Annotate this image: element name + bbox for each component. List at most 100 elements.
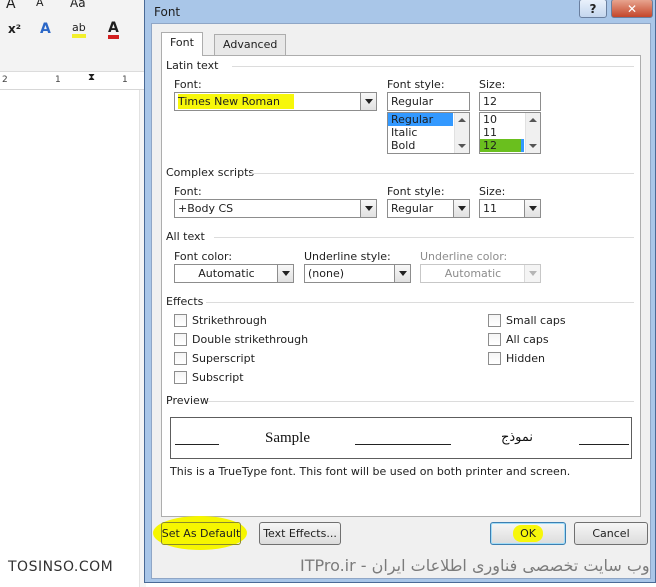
- latin-style-list[interactable]: Regular Italic Bold: [387, 112, 470, 154]
- tab-font-label: Font: [170, 36, 194, 49]
- divider: [208, 401, 634, 402]
- preview-sample-arabic: نموذج: [501, 430, 534, 445]
- scroll-down-icon[interactable]: [529, 144, 537, 148]
- font-info-note: This is a TrueType font. This font will …: [170, 465, 571, 478]
- word-ribbon: A A Aa x² A ab A: [0, 0, 146, 60]
- tab-advanced-label: Advanced: [223, 38, 278, 51]
- chevron-down-icon[interactable]: [360, 93, 376, 110]
- scroll-up-icon[interactable]: [458, 118, 466, 122]
- latin-font-combo[interactable]: Times New Roman: [174, 92, 377, 111]
- set-as-default-button[interactable]: Set As Default: [161, 522, 241, 545]
- shrink-font-button[interactable]: A: [36, 0, 44, 9]
- scroll-down-icon[interactable]: [458, 144, 466, 148]
- latin-text-heading: Latin text: [166, 59, 219, 72]
- text-effects-ribbon-button[interactable]: A: [40, 21, 51, 37]
- dialog-titlebar[interactable]: Font ? ✕: [145, 0, 656, 23]
- effects-heading: Effects: [166, 295, 204, 308]
- latin-size-input[interactable]: 12: [479, 92, 541, 111]
- font-color-button[interactable]: A: [108, 21, 119, 39]
- font-color-value: Automatic: [198, 267, 255, 280]
- hidden-checkbox[interactable]: [488, 352, 501, 365]
- subscript-label: Subscript: [192, 371, 244, 384]
- dialog-client: Font Advanced Latin text Font: Times New…: [151, 23, 651, 579]
- cancel-button[interactable]: Cancel: [574, 522, 648, 545]
- all-caps-checkbox[interactable]: [488, 333, 501, 346]
- ok-button[interactable]: OK: [490, 522, 566, 545]
- all-text-heading: All text: [166, 230, 205, 243]
- divider: [206, 302, 634, 303]
- chevron-down-icon[interactable]: [360, 200, 376, 217]
- complex-style-label: Font style:: [387, 185, 445, 198]
- horizontal-ruler: 2 1 1 ⧗: [0, 72, 146, 90]
- chevron-down-icon[interactable]: [524, 200, 540, 217]
- underline-color-combo[interactable]: Automatic: [420, 264, 541, 283]
- small-caps-checkbox[interactable]: [488, 314, 501, 327]
- help-button[interactable]: ?: [579, 0, 607, 18]
- hidden-label: Hidden: [506, 352, 546, 365]
- indent-marker-icon[interactable]: ⧗: [88, 72, 95, 83]
- list-item[interactable]: Regular: [388, 113, 453, 126]
- latin-style-label: Font style:: [387, 78, 445, 91]
- subscript-checkbox[interactable]: [174, 371, 187, 384]
- complex-font-label: Font:: [174, 185, 202, 198]
- font-color-label: Font color:: [174, 250, 233, 263]
- all-caps-label: All caps: [506, 333, 549, 346]
- tab-font[interactable]: Font: [161, 32, 203, 56]
- latin-size-value: 12: [483, 95, 497, 108]
- close-button[interactable]: ✕: [611, 0, 653, 18]
- preview-sample: Sample: [265, 430, 310, 446]
- underline-color-label: Underline color:: [420, 250, 508, 263]
- close-icon: ✕: [626, 1, 638, 16]
- latin-size-list[interactable]: 10 11 12: [479, 112, 541, 154]
- complex-size-combo[interactable]: 11: [479, 199, 541, 218]
- superscript-checkbox[interactable]: [174, 352, 187, 365]
- scroll-up-icon[interactable]: [529, 118, 537, 122]
- font-dialog: Font ? ✕ Font Advanced Latin text Font: …: [144, 0, 656, 583]
- complex-font-combo[interactable]: +Body CS: [174, 199, 377, 218]
- small-caps-label: Small caps: [506, 314, 566, 327]
- double-strikethrough-label: Double strikethrough: [192, 333, 309, 346]
- latin-font-value: Times New Roman: [178, 94, 294, 109]
- highlight-button[interactable]: ab: [72, 22, 86, 38]
- superscript-label: Superscript: [192, 352, 255, 365]
- latin-style-value: Regular: [391, 95, 434, 108]
- divider: [250, 173, 634, 174]
- ruler-tick: 2: [2, 75, 8, 85]
- divider: [232, 66, 634, 67]
- double-strikethrough-checkbox[interactable]: [174, 333, 187, 346]
- superscript-button[interactable]: x²: [8, 22, 21, 36]
- grow-font-button[interactable]: A: [6, 0, 16, 12]
- complex-size-label: Size:: [479, 185, 506, 198]
- scrollbar[interactable]: [525, 113, 540, 153]
- ribbon-group-footer: [0, 60, 146, 72]
- chevron-down-icon[interactable]: [394, 265, 410, 282]
- font-tab-panel: Latin text Font: Times New Roman Font st…: [161, 55, 641, 517]
- complex-style-combo[interactable]: Regular: [387, 199, 470, 218]
- scrollbar[interactable]: [454, 113, 469, 153]
- watermark-right: ITPro.ir - وب سایت تخصصی فناوری اطلاعات …: [300, 556, 650, 575]
- strikethrough-label: Strikethrough: [192, 314, 267, 327]
- list-item-selected[interactable]: 12: [480, 139, 524, 152]
- text-effects-label: Text Effects...: [263, 527, 337, 540]
- document-page[interactable]: [0, 90, 140, 587]
- preview-box: Sample نموذج: [170, 417, 632, 459]
- chevron-down-icon[interactable]: [277, 265, 293, 282]
- preview-rule: [175, 444, 219, 445]
- preview-rule: [355, 444, 451, 445]
- set-as-default-label: Set As Default: [161, 527, 241, 540]
- text-effects-button[interactable]: Text Effects...: [259, 522, 341, 545]
- preview-rule: [579, 444, 629, 445]
- chevron-down-icon[interactable]: [524, 265, 540, 282]
- watermark-left: TOSINSO.COM: [8, 559, 114, 575]
- help-icon: ?: [589, 1, 597, 16]
- latin-style-input[interactable]: Regular: [387, 92, 470, 111]
- underline-color-value: Automatic: [444, 267, 502, 280]
- strikethrough-checkbox[interactable]: [174, 314, 187, 327]
- underline-style-combo[interactable]: (none): [304, 264, 411, 283]
- change-case-button[interactable]: Aa: [70, 0, 86, 10]
- divider: [214, 237, 634, 238]
- chevron-down-icon[interactable]: [453, 200, 469, 217]
- tab-advanced[interactable]: Advanced: [214, 34, 287, 55]
- font-color-combo[interactable]: Automatic: [174, 264, 294, 283]
- complex-font-value: +Body CS: [178, 202, 234, 215]
